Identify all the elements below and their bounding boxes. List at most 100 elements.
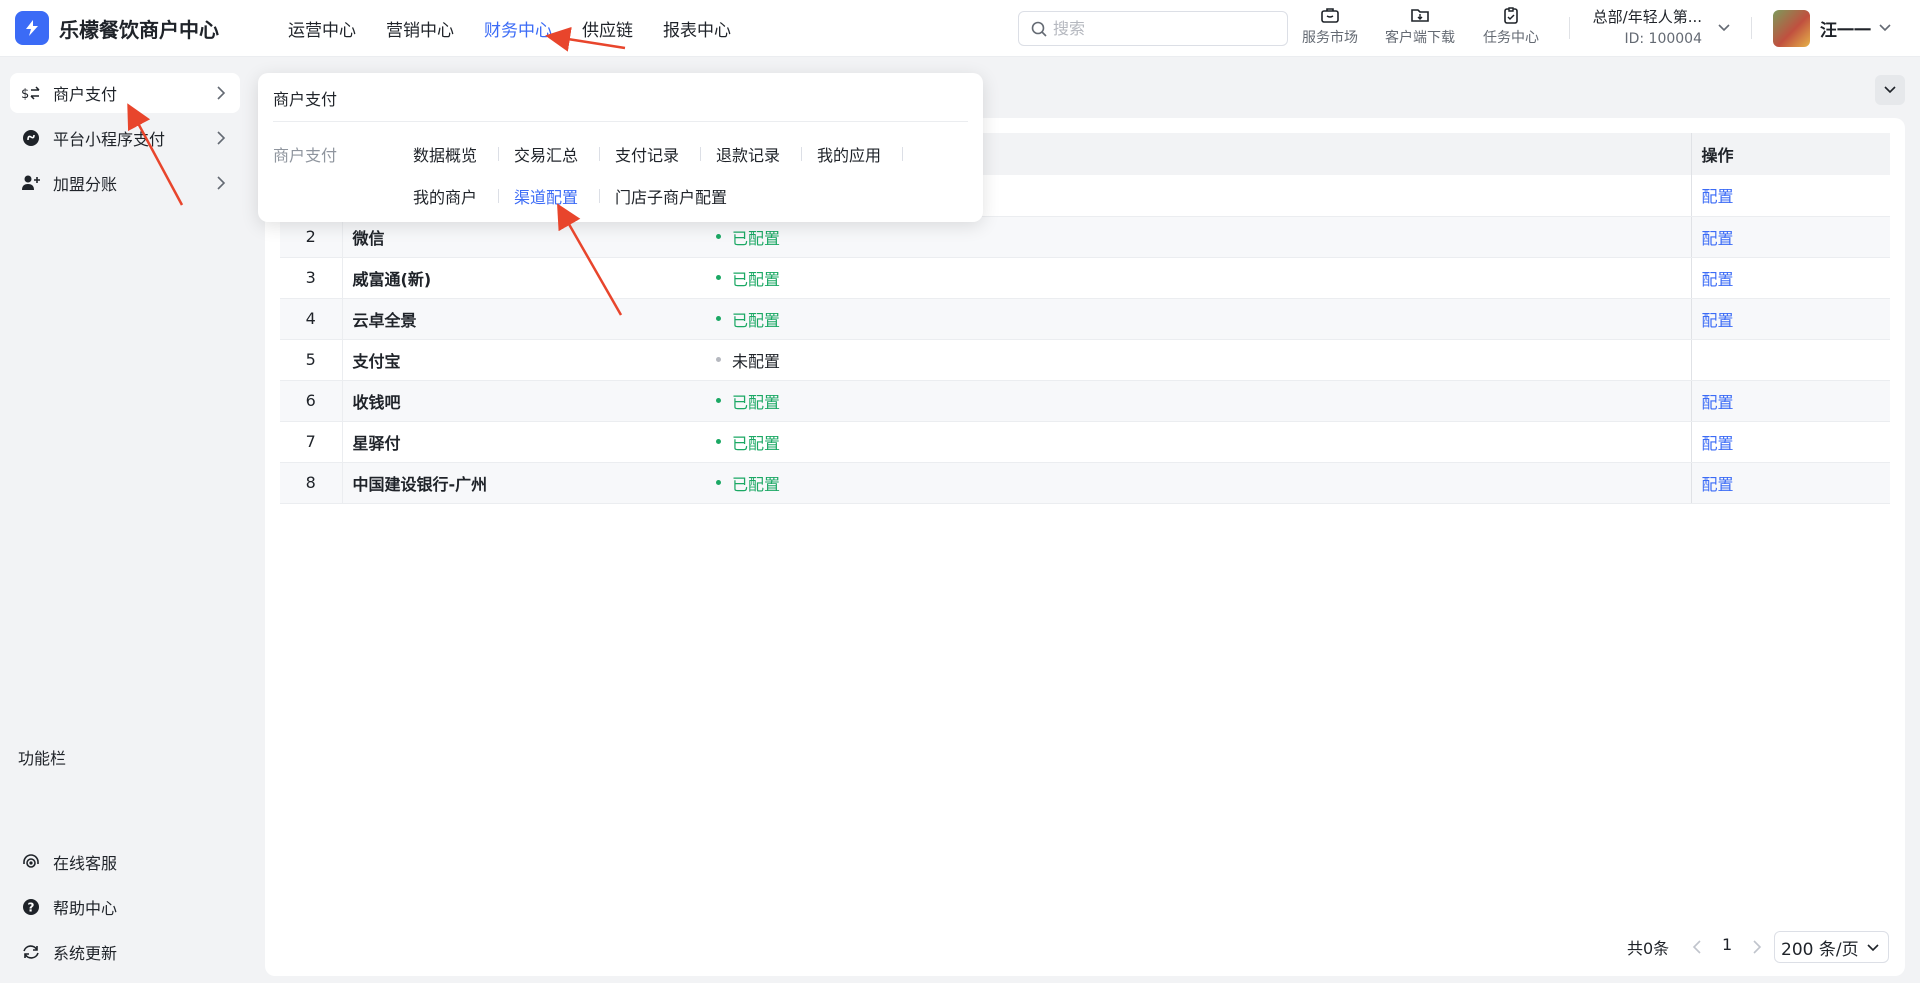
search-input[interactable] xyxy=(1053,19,1273,38)
configure-link[interactable]: 配置 xyxy=(1702,393,1734,412)
status-dot xyxy=(716,315,721,321)
main-nav: 运营中心 营销中心 财务中心 供应链 报表中心 xyxy=(288,16,761,41)
mini-program-icon xyxy=(20,129,42,147)
separator xyxy=(498,189,499,203)
sidebar-item-label: 商户支付 xyxy=(53,85,118,104)
separator xyxy=(700,147,701,161)
nav-finance[interactable]: 财务中心 xyxy=(484,16,552,41)
header-action: 操作 xyxy=(1690,133,1890,175)
separator xyxy=(599,189,600,203)
row-index: 8 xyxy=(280,462,343,504)
download-folder-icon xyxy=(1411,9,1429,22)
configure-link[interactable]: 配置 xyxy=(1702,434,1734,453)
nav-operations[interactable]: 运营中心 xyxy=(288,16,356,41)
status-dot xyxy=(716,397,721,403)
row-action: 配置 xyxy=(1690,421,1890,463)
search-icon xyxy=(1031,21,1047,37)
briefcase-icon xyxy=(1321,8,1339,23)
nav-reports[interactable]: 报表中心 xyxy=(663,16,731,41)
row-action: 配置 xyxy=(1690,175,1890,217)
next-page-icon[interactable] xyxy=(1750,939,1764,955)
chevron-right-icon xyxy=(217,176,226,190)
separator xyxy=(902,147,903,161)
configure-link[interactable]: 配置 xyxy=(1702,311,1734,330)
menu-item-store-sub-merchant-config[interactable]: 门店子商户配置 xyxy=(615,184,727,208)
menu-item-my-apps[interactable]: 我的应用 xyxy=(817,142,881,166)
tool-label: 任务中心 xyxy=(1483,30,1539,46)
system-update-label: 系统更新 xyxy=(53,944,118,963)
row-status: 已配置 xyxy=(714,421,1691,463)
page-number[interactable]: 1 xyxy=(1722,935,1732,954)
configure-link[interactable]: 配置 xyxy=(1702,475,1734,494)
nav-supply-chain[interactable]: 供应链 xyxy=(582,16,633,41)
svg-text:$: $ xyxy=(21,87,29,101)
row-name: 威富通(新) xyxy=(342,257,714,299)
chevron-down-icon[interactable] xyxy=(1717,21,1731,35)
collapse-tabs-button[interactable] xyxy=(1875,75,1905,105)
configure-link[interactable]: 配置 xyxy=(1702,270,1734,289)
tool-client-download[interactable]: 客户端下载 xyxy=(1385,6,1455,47)
sidebar-item-label: 平台小程序支付 xyxy=(53,130,166,149)
app-logo[interactable]: 乐檬餐饮商户中心 xyxy=(15,11,265,45)
row-action: 配置 xyxy=(1690,257,1890,299)
status-text: 已配置 xyxy=(732,310,781,330)
row-action: 配置 xyxy=(1690,380,1890,422)
chevron-right-icon xyxy=(217,86,226,100)
avatar[interactable] xyxy=(1773,10,1810,47)
row-name: 支付宝 xyxy=(342,339,714,381)
svg-text:?: ? xyxy=(28,901,35,915)
menu-item-payment-records[interactable]: 支付记录 xyxy=(615,142,679,166)
status-dot xyxy=(716,233,721,239)
online-support-link[interactable]: 在线客服 xyxy=(20,850,117,874)
refresh-icon xyxy=(20,943,42,961)
menu-item-channel-config[interactable]: 渠道配置 xyxy=(514,184,578,208)
row-index: 3 xyxy=(280,257,343,299)
user-name[interactable]: 汪一一 xyxy=(1820,16,1871,41)
status-dot xyxy=(716,438,721,444)
status-dot xyxy=(716,479,721,485)
tool-service-market[interactable]: 服务市场 xyxy=(1302,6,1358,47)
nav-marketing[interactable]: 营销中心 xyxy=(386,16,454,41)
logo-icon xyxy=(15,11,49,45)
separator xyxy=(801,147,802,161)
chevron-down-icon[interactable] xyxy=(1878,21,1892,35)
sidebar-item-merchant-payment[interactable]: $ 商户支付 xyxy=(10,73,240,113)
org-switcher[interactable]: 总部/年轻人第... ID: 100004 xyxy=(1587,6,1702,47)
sidebar-item-label: 加盟分账 xyxy=(53,175,118,194)
page-size-select[interactable]: 200 条/页 xyxy=(1774,931,1889,963)
table-row: 6 收钱吧 已配置 配置 xyxy=(280,380,1890,422)
row-name: 中国建设银行-广州 xyxy=(342,462,714,504)
row-action: 配置 xyxy=(1690,298,1890,340)
tool-task-center[interactable]: 任务中心 xyxy=(1483,6,1539,47)
system-update-link[interactable]: 系统更新 xyxy=(20,940,117,964)
separator xyxy=(599,147,600,161)
configure-link[interactable]: 配置 xyxy=(1702,187,1734,206)
status-text: 已配置 xyxy=(732,474,781,494)
menu-item-my-merchants[interactable]: 我的商户 xyxy=(413,184,477,208)
menu-item-refund-records[interactable]: 退款记录 xyxy=(716,142,780,166)
search-box[interactable] xyxy=(1018,11,1288,46)
row-status: 未配置 xyxy=(714,339,1691,381)
prev-page-icon[interactable] xyxy=(1690,939,1704,955)
sidebar-item-franchise-split[interactable]: 加盟分账 xyxy=(10,163,240,203)
status-text: 已配置 xyxy=(732,433,781,453)
help-center-link[interactable]: ? 帮助中心 xyxy=(20,895,117,919)
menu-item-transaction-summary[interactable]: 交易汇总 xyxy=(514,142,578,166)
menu-item-data-overview[interactable]: 数据概览 xyxy=(413,142,477,166)
page-size-value: 200 条/页 xyxy=(1781,939,1859,960)
row-index: 6 xyxy=(280,380,343,422)
tool-label: 服务市场 xyxy=(1302,30,1358,46)
row-index: 5 xyxy=(280,339,343,381)
table-row: 3 威富通(新) 已配置 配置 xyxy=(280,257,1890,299)
configure-link[interactable]: 配置 xyxy=(1702,229,1734,248)
row-index: 7 xyxy=(280,421,343,463)
sidebar-item-mini-program-payment[interactable]: 平台小程序支付 xyxy=(10,118,240,158)
pagination-total: 共0条 xyxy=(1627,939,1670,958)
dropdown-title: 商户支付 xyxy=(273,90,338,109)
divider xyxy=(1751,17,1752,39)
table-row: 8 中国建设银行-广州 已配置 配置 xyxy=(280,462,1890,504)
online-support-label: 在线客服 xyxy=(53,854,118,873)
table-row: 5 支付宝 未配置 xyxy=(280,339,1890,381)
row-action xyxy=(1690,339,1890,381)
row-name: 微信 xyxy=(342,216,714,258)
